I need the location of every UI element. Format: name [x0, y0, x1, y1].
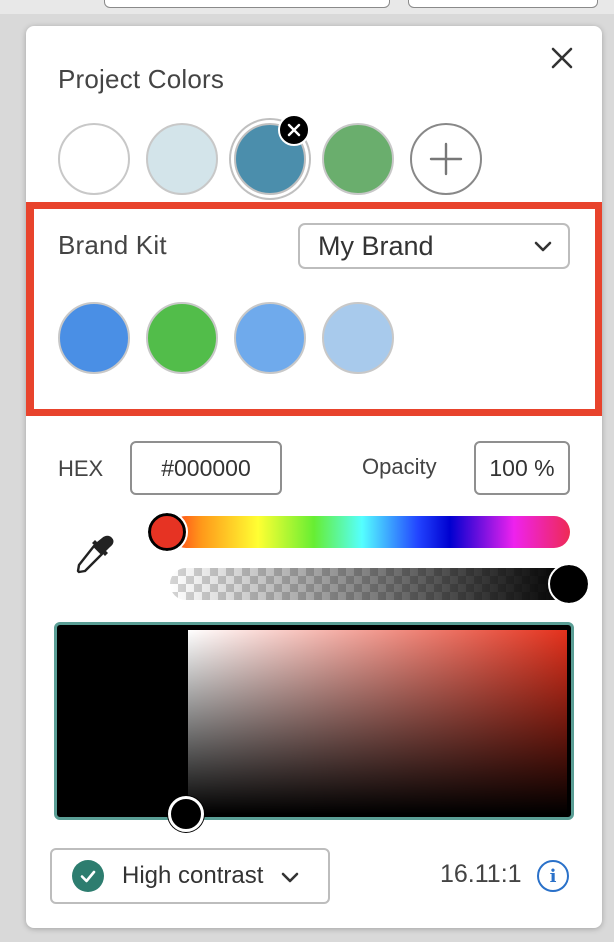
contrast-dropdown[interactable]: High contrast — [50, 848, 330, 904]
contrast-label: High contrast — [122, 862, 264, 889]
saturation-value-area[interactable] — [54, 622, 574, 820]
chevron-down-icon — [282, 872, 299, 883]
saturation-gradient[interactable] — [188, 630, 567, 814]
opacity-slider-thumb[interactable] — [548, 563, 590, 605]
eyedropper-icon — [76, 535, 114, 574]
contrast-ratio: 16.11:1 — [440, 860, 522, 888]
hex-input[interactable]: #000000 — [130, 441, 282, 495]
color-picker-panel: Project Colors Brand Kit My Brand HEX #0… — [26, 26, 602, 928]
close-icon — [287, 123, 301, 137]
brand-swatch[interactable] — [146, 302, 218, 374]
hex-label: HEX — [58, 456, 104, 481]
project-swatch[interactable] — [146, 123, 218, 195]
brand-kit-title: Brand Kit — [58, 230, 167, 260]
background-input — [104, 0, 390, 8]
brand-kit-dropdown[interactable]: My Brand — [298, 223, 570, 269]
project-swatch[interactable] — [58, 123, 130, 195]
brand-swatch[interactable] — [322, 302, 394, 374]
saturation-value-thumb[interactable] — [168, 796, 204, 832]
plus-icon — [429, 142, 463, 176]
hue-slider[interactable] — [170, 516, 570, 548]
opacity-label: Opacity — [362, 454, 437, 479]
eyedropper-button[interactable] — [72, 532, 116, 581]
project-colors-title: Project Colors — [58, 64, 225, 94]
brand-kit-selected: My Brand — [318, 230, 434, 261]
opacity-input[interactable]: 100 % — [474, 441, 570, 495]
add-color-button[interactable] — [410, 123, 482, 195]
remove-swatch-button[interactable] — [278, 114, 310, 146]
opacity-slider[interactable] — [170, 568, 570, 600]
chevron-down-icon — [534, 241, 552, 252]
background-button-group — [408, 0, 598, 8]
close-button[interactable] — [548, 44, 576, 72]
current-color-preview — [62, 630, 188, 814]
project-swatch[interactable] — [322, 123, 394, 195]
check-icon — [72, 860, 104, 892]
hue-slider-thumb[interactable] — [146, 511, 188, 553]
background-toolbar — [0, 0, 614, 14]
info-icon[interactable]: i — [537, 860, 569, 892]
brand-swatch[interactable] — [234, 302, 306, 374]
brand-swatch[interactable] — [58, 302, 130, 374]
close-icon — [551, 47, 573, 69]
